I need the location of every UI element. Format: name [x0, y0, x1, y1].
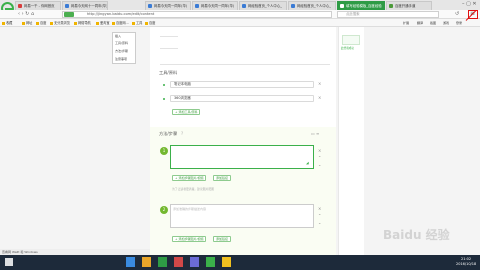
search-input[interactable]: 点此搜索: [337, 11, 439, 18]
ext-icon[interactable]: 扩展: [403, 20, 409, 26]
tab-3[interactable]: 网易今天同一同年(华): [145, 1, 191, 10]
tab-favicon-icon: [18, 4, 22, 8]
menu-item[interactable]: 注意事项: [115, 57, 127, 61]
menu-item[interactable]: 工具/原料: [115, 41, 128, 45]
tab-6[interactable]: 网经验首页_个人中心_: [288, 1, 336, 10]
clock[interactable]: 21:02 2016/10/18: [456, 257, 476, 267]
tool-item-input[interactable]: 笔记本电脑: [170, 81, 314, 88]
translate-icon[interactable]: 翻译: [417, 20, 423, 26]
bookmark-item[interactable]: 无分类浏览: [50, 20, 70, 26]
taskbar-app-icon[interactable]: [190, 257, 199, 267]
tab-favicon-icon: [65, 4, 69, 8]
bookmark-item[interactable]: 网址: [22, 20, 32, 26]
taskbar-app-icon[interactable]: [158, 257, 167, 267]
step2-placeholder: 添加准确的步骤描述内容: [173, 207, 207, 211]
tab-active[interactable]: 填写经验模板_百度经验: [337, 1, 385, 10]
start-icon[interactable]: [5, 258, 13, 266]
taskbar-app-icon[interactable]: [222, 257, 231, 267]
side-panel: [338, 27, 364, 255]
url-input[interactable]: http://jingyan.baidu.com/edit/content: [62, 11, 332, 18]
add-link-button[interactable]: 添加链接: [213, 175, 232, 181]
tab-favicon-icon: [148, 4, 152, 8]
tab-5[interactable]: 网经验首页_个人中心_: [239, 1, 287, 10]
tools-title: 工具/原料: [159, 70, 178, 75]
divider: [160, 48, 178, 49]
bullet-icon: [163, 98, 165, 100]
baidu-watermark: Baidu 经验: [383, 228, 450, 242]
menu-item[interactable]: 方法/步骤: [115, 49, 128, 53]
taskbar-app-icon[interactable]: [126, 257, 135, 267]
remove-icon[interactable]: ×: [318, 95, 321, 100]
help-icon[interactable]: ?: [181, 131, 183, 136]
tool-item-input[interactable]: 360浏览器: [170, 95, 314, 102]
step-number-badge: 1: [160, 147, 168, 155]
tab-1[interactable]: 网易一千 - 你网首页: [15, 1, 61, 10]
divider: [160, 36, 178, 37]
tab-favicon-icon: [242, 4, 246, 8]
tab-8[interactable]: 百度开通手道: [386, 1, 432, 10]
side-label: 此经验成功: [341, 47, 354, 50]
login-icon[interactable]: 登录: [456, 20, 462, 26]
remove-icon[interactable]: ×: [318, 81, 321, 86]
nav-buttons[interactable]: ‹ › ↻ ⌂: [18, 11, 34, 17]
tab-4[interactable]: 网易今天同一同年(华): [192, 1, 238, 10]
window-controls[interactable]: – ▢ ✕: [462, 1, 477, 7]
bookmark-item[interactable]: 百度: [36, 20, 46, 26]
step-actions[interactable]: × ⌃ ⌄: [318, 147, 321, 168]
view-toggle-icon[interactable]: ▭ ≡: [311, 131, 319, 136]
steps-title: 方法/步骤: [159, 131, 178, 136]
tab-favicon-icon: [340, 4, 344, 8]
bookmark-item[interactable]: 百度: [145, 20, 155, 26]
bookmark-item[interactable]: 收藏: [2, 20, 12, 26]
tab-favicon-icon: [291, 4, 295, 8]
taskbar-app-icon[interactable]: [174, 257, 183, 267]
step-actions[interactable]: × ⌃ ⌄: [318, 205, 321, 226]
tab-2[interactable]: 网易今天网十一同年(华): [62, 1, 108, 10]
add-tool-button[interactable]: + 添加工具/原料: [172, 109, 201, 115]
back-icon[interactable]: ↺: [455, 11, 459, 17]
step-hint: 为了让读者更清楚，建议图片配图: [172, 187, 214, 191]
add-image-button[interactable]: + 添加步骤图片/视频: [172, 236, 207, 242]
bookmark-item[interactable]: 爱淘宝: [96, 20, 110, 26]
taskbar-app-icon[interactable]: [142, 257, 151, 267]
tab-favicon-icon: [389, 4, 393, 8]
taskbar-app-icon[interactable]: [206, 257, 215, 267]
side-preview-box[interactable]: [342, 35, 360, 45]
tab-favicon-icon: [195, 4, 199, 8]
step-number-badge: 2: [160, 206, 168, 214]
menu-item[interactable]: 插入: [115, 34, 121, 38]
bullet-icon: [163, 84, 165, 86]
bookmark-item[interactable]: 百度网...: [112, 20, 129, 26]
resize-icon[interactable]: ◢: [306, 161, 309, 165]
step1-textarea[interactable]: [170, 145, 314, 169]
game-icon[interactable]: 游戏: [443, 20, 449, 26]
taskbar: [0, 255, 480, 270]
add-image-button[interactable]: + 添加步骤图片/视频: [172, 175, 207, 181]
bookmark-item[interactable]: 网络导航: [74, 20, 91, 26]
add-link-button[interactable]: 添加链接: [213, 236, 232, 242]
screenshot-icon[interactable]: 截图: [430, 20, 436, 26]
divider: [160, 64, 330, 65]
secure-badge-icon: [64, 12, 74, 17]
bookmark-item[interactable]: 工具: [132, 20, 142, 26]
